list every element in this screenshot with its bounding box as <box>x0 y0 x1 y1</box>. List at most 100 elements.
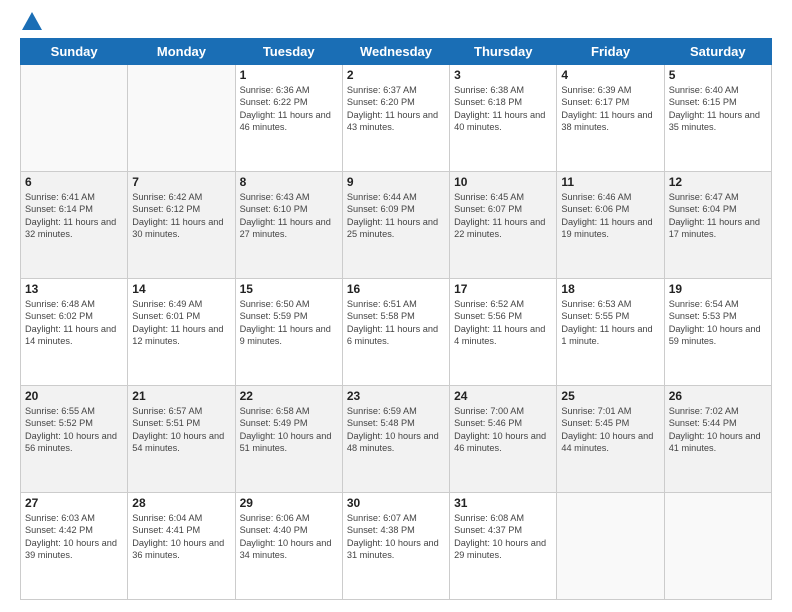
calendar-day-header: Thursday <box>450 39 557 65</box>
day-number: 21 <box>132 389 230 403</box>
calendar-header-row: SundayMondayTuesdayWednesdayThursdayFrid… <box>21 39 772 65</box>
calendar-cell: 21 Sunrise: 6:57 AM Sunset: 5:51 PM Dayli… <box>128 386 235 493</box>
calendar-cell: 29Sunrise: 6:06 AM Sunset: 4:40 PM Dayli… <box>235 493 342 600</box>
page: SundayMondayTuesdayWednesdayThursdayFrid… <box>0 0 792 612</box>
day-number: 7 <box>132 175 230 189</box>
day-number: 10 <box>454 175 552 189</box>
logo-triangle-icon <box>22 12 42 30</box>
calendar-day-header: Monday <box>128 39 235 65</box>
day-info: Sunrise: 6:45 AM Sunset: 6:07 PM Dayligh… <box>454 191 552 241</box>
calendar-cell <box>128 65 235 172</box>
calendar-week-row: 1Sunrise: 6:36 AM Sunset: 6:22 PM Daylig… <box>21 65 772 172</box>
calendar-cell: 9 Sunrise: 6:44 AM Sunset: 6:09 PM Daylig… <box>342 172 449 279</box>
calendar-cell: 24Sunrise: 7:00 AM Sunset: 5:46 PM Dayli… <box>450 386 557 493</box>
calendar-cell: 18 Sunrise: 6:53 AM Sunset: 5:55 PM Dayli… <box>557 279 664 386</box>
day-info: Sunrise: 6:40 AM Sunset: 6:15 PM Dayligh… <box>669 84 767 134</box>
calendar-cell: 8 Sunrise: 6:43 AM Sunset: 6:10 PM Daylig… <box>235 172 342 279</box>
day-info: Sunrise: 6:38 AM Sunset: 6:18 PM Dayligh… <box>454 84 552 134</box>
calendar-day-header: Tuesday <box>235 39 342 65</box>
day-number: 6 <box>25 175 123 189</box>
calendar-cell: 17 Sunrise: 6:52 AM Sunset: 5:56 PM Dayli… <box>450 279 557 386</box>
calendar-cell: 13Sunrise: 6:48 AM Sunset: 6:02 PM Dayli… <box>21 279 128 386</box>
calendar-day-header: Wednesday <box>342 39 449 65</box>
day-number: 12 <box>669 175 767 189</box>
day-number: 30 <box>347 496 445 510</box>
calendar-cell <box>21 65 128 172</box>
day-info: Sunrise: 6:55 AM Sunset: 5:52 PM Dayligh… <box>25 405 123 455</box>
day-info: Sunrise: 6:41 AM Sunset: 6:14 PM Dayligh… <box>25 191 123 241</box>
calendar-week-row: 13Sunrise: 6:48 AM Sunset: 6:02 PM Dayli… <box>21 279 772 386</box>
calendar-cell <box>557 493 664 600</box>
calendar-cell: 26Sunrise: 7:02 AM Sunset: 5:44 PM Dayli… <box>664 386 771 493</box>
calendar-cell: 23 Sunrise: 6:59 AM Sunset: 5:48 PM Dayli… <box>342 386 449 493</box>
calendar-week-row: 20Sunrise: 6:55 AM Sunset: 5:52 PM Dayli… <box>21 386 772 493</box>
calendar-cell: 12 Sunrise: 6:47 AM Sunset: 6:04 PM Dayli… <box>664 172 771 279</box>
calendar-cell: 31 Sunrise: 6:08 AM Sunset: 4:37 PM Dayli… <box>450 493 557 600</box>
calendar-week-row: 6 Sunrise: 6:41 AM Sunset: 6:14 PM Daylig… <box>21 172 772 279</box>
calendar-cell: 7 Sunrise: 6:42 AM Sunset: 6:12 PM Daylig… <box>128 172 235 279</box>
day-info: Sunrise: 7:00 AM Sunset: 5:46 PM Dayligh… <box>454 405 552 455</box>
calendar-cell: 27 Sunrise: 6:03 AM Sunset: 4:42 PM Dayli… <box>21 493 128 600</box>
calendar-cell: 22Sunrise: 6:58 AM Sunset: 5:49 PM Dayli… <box>235 386 342 493</box>
calendar-week-row: 27 Sunrise: 6:03 AM Sunset: 4:42 PM Dayli… <box>21 493 772 600</box>
day-info: Sunrise: 6:50 AM Sunset: 5:59 PM Dayligh… <box>240 298 338 348</box>
day-number: 23 <box>347 389 445 403</box>
calendar-cell: 14Sunrise: 6:49 AM Sunset: 6:01 PM Dayli… <box>128 279 235 386</box>
day-info: Sunrise: 6:06 AM Sunset: 4:40 PM Dayligh… <box>240 512 338 562</box>
header <box>20 16 772 30</box>
day-info: Sunrise: 6:58 AM Sunset: 5:49 PM Dayligh… <box>240 405 338 455</box>
day-number: 15 <box>240 282 338 296</box>
day-info: Sunrise: 6:52 AM Sunset: 5:56 PM Dayligh… <box>454 298 552 348</box>
calendar-cell: 20Sunrise: 6:55 AM Sunset: 5:52 PM Dayli… <box>21 386 128 493</box>
logo <box>20 16 42 30</box>
day-number: 3 <box>454 68 552 82</box>
calendar-cell: 6 Sunrise: 6:41 AM Sunset: 6:14 PM Daylig… <box>21 172 128 279</box>
day-info: Sunrise: 7:01 AM Sunset: 5:45 PM Dayligh… <box>561 405 659 455</box>
day-info: Sunrise: 6:43 AM Sunset: 6:10 PM Dayligh… <box>240 191 338 241</box>
day-info: Sunrise: 6:39 AM Sunset: 6:17 PM Dayligh… <box>561 84 659 134</box>
calendar-table: SundayMondayTuesdayWednesdayThursdayFrid… <box>20 38 772 600</box>
calendar-cell: 2 Sunrise: 6:37 AM Sunset: 6:20 PM Daylig… <box>342 65 449 172</box>
day-number: 16 <box>347 282 445 296</box>
day-info: Sunrise: 6:57 AM Sunset: 5:51 PM Dayligh… <box>132 405 230 455</box>
calendar-cell: 25 Sunrise: 7:01 AM Sunset: 5:45 PM Dayli… <box>557 386 664 493</box>
day-number: 13 <box>25 282 123 296</box>
day-info: Sunrise: 6:08 AM Sunset: 4:37 PM Dayligh… <box>454 512 552 562</box>
day-number: 11 <box>561 175 659 189</box>
calendar-day-header: Sunday <box>21 39 128 65</box>
day-number: 9 <box>347 175 445 189</box>
day-info: Sunrise: 6:07 AM Sunset: 4:38 PM Dayligh… <box>347 512 445 562</box>
day-number: 25 <box>561 389 659 403</box>
calendar-cell: 11 Sunrise: 6:46 AM Sunset: 6:06 PM Dayli… <box>557 172 664 279</box>
calendar-cell: 4 Sunrise: 6:39 AM Sunset: 6:17 PM Daylig… <box>557 65 664 172</box>
day-number: 8 <box>240 175 338 189</box>
day-info: Sunrise: 6:47 AM Sunset: 6:04 PM Dayligh… <box>669 191 767 241</box>
day-info: Sunrise: 6:37 AM Sunset: 6:20 PM Dayligh… <box>347 84 445 134</box>
day-number: 31 <box>454 496 552 510</box>
day-number: 28 <box>132 496 230 510</box>
calendar-cell <box>664 493 771 600</box>
calendar-cell: 19Sunrise: 6:54 AM Sunset: 5:53 PM Dayli… <box>664 279 771 386</box>
day-number: 2 <box>347 68 445 82</box>
calendar-cell: 1Sunrise: 6:36 AM Sunset: 6:22 PM Daylig… <box>235 65 342 172</box>
calendar-cell: 3 Sunrise: 6:38 AM Sunset: 6:18 PM Daylig… <box>450 65 557 172</box>
day-info: Sunrise: 6:36 AM Sunset: 6:22 PM Dayligh… <box>240 84 338 134</box>
day-number: 18 <box>561 282 659 296</box>
calendar-cell: 30 Sunrise: 6:07 AM Sunset: 4:38 PM Dayli… <box>342 493 449 600</box>
day-info: Sunrise: 6:03 AM Sunset: 4:42 PM Dayligh… <box>25 512 123 562</box>
day-number: 17 <box>454 282 552 296</box>
calendar-day-header: Saturday <box>664 39 771 65</box>
day-info: Sunrise: 6:04 AM Sunset: 4:41 PM Dayligh… <box>132 512 230 562</box>
day-info: Sunrise: 6:46 AM Sunset: 6:06 PM Dayligh… <box>561 191 659 241</box>
calendar-cell: 15 Sunrise: 6:50 AM Sunset: 5:59 PM Dayli… <box>235 279 342 386</box>
day-number: 4 <box>561 68 659 82</box>
day-info: Sunrise: 6:53 AM Sunset: 5:55 PM Dayligh… <box>561 298 659 348</box>
day-info: Sunrise: 6:59 AM Sunset: 5:48 PM Dayligh… <box>347 405 445 455</box>
day-info: Sunrise: 7:02 AM Sunset: 5:44 PM Dayligh… <box>669 405 767 455</box>
calendar-cell: 10 Sunrise: 6:45 AM Sunset: 6:07 PM Dayli… <box>450 172 557 279</box>
day-number: 27 <box>25 496 123 510</box>
day-number: 19 <box>669 282 767 296</box>
calendar-day-header: Friday <box>557 39 664 65</box>
day-info: Sunrise: 6:42 AM Sunset: 6:12 PM Dayligh… <box>132 191 230 241</box>
day-info: Sunrise: 6:44 AM Sunset: 6:09 PM Dayligh… <box>347 191 445 241</box>
